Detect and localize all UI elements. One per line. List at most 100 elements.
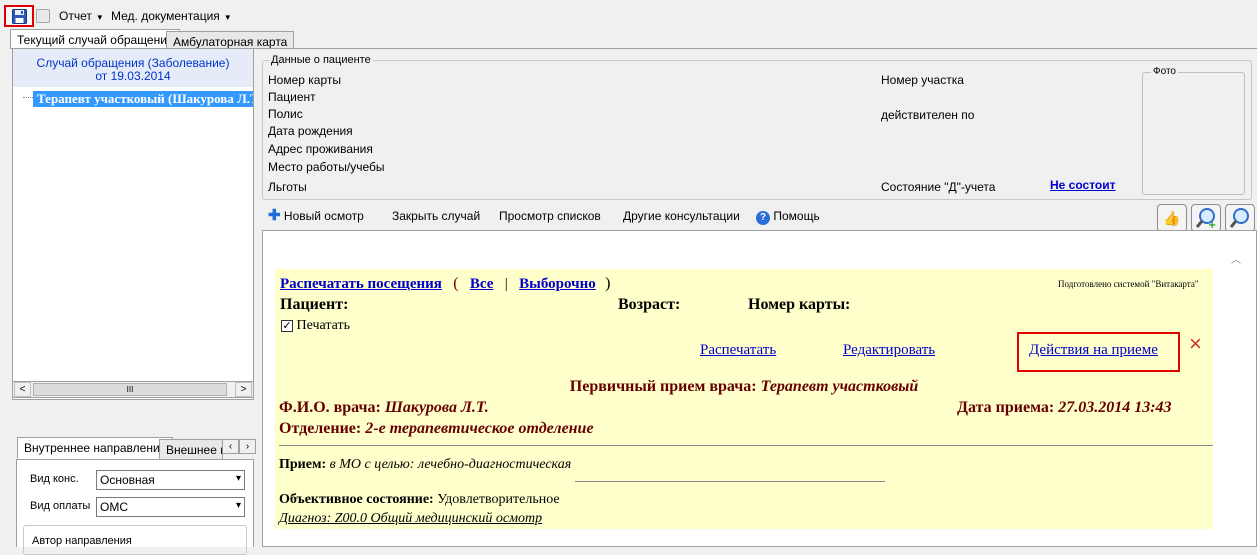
reception-actions-link[interactable]: Действия на приеме: [1029, 342, 1158, 359]
doctor-label: Ф.И.О. врача:: [279, 399, 381, 416]
tab-internal-referral-label: Внутреннее направление: [24, 441, 167, 455]
case-date: от 19.03.2014: [95, 69, 171, 83]
scroll-up-icon[interactable]: ︿: [1231, 251, 1241, 266]
district-label: Номер участка: [881, 73, 964, 87]
tab-scroll-left-button[interactable]: ‹: [222, 439, 239, 454]
report-menu[interactable]: Отчет ▼: [59, 9, 104, 23]
objective-label: Объективное состояние:: [279, 492, 434, 507]
report-menu-label: Отчет: [59, 9, 92, 23]
card-number-label: Номер карты: [268, 73, 341, 87]
tab-current-case[interactable]: Текущий случай обращения: [10, 29, 181, 49]
doctor-name: Шакурова Л.Т.: [384, 399, 489, 416]
payment-kind-select[interactable]: ОМС ▾: [96, 497, 245, 517]
help-icon: ?: [756, 211, 770, 225]
reception-place: в МО с целью:: [329, 457, 415, 472]
chevron-down-icon: ▾: [235, 500, 241, 511]
scroll-thumb[interactable]: III: [33, 383, 227, 396]
reception-row: Прием: в МО с целью: лечебно-диагностиче…: [279, 457, 571, 473]
department-label: Отделение:: [279, 420, 362, 437]
print-checkbox-label: Печатать: [296, 318, 351, 333]
thumbs-up-icon: 👍: [1163, 209, 1181, 226]
diagnosis-row: Диагноз: Z00.0 Общий медицинский осмотр: [279, 511, 543, 526]
consult-kind-value: Основная: [100, 473, 155, 487]
date-label: Дата приема:: [957, 399, 1055, 416]
referral-panel: Вид конс. Основная ▾ Вид оплаты ОМС ▾ Ав…: [16, 459, 254, 555]
card-field: Номер карты:: [748, 296, 851, 313]
tab-scroll-right-button[interactable]: ›: [239, 439, 256, 454]
address-label: Адрес проживания: [268, 142, 373, 156]
exam-specialty: Терапевт участковый: [760, 378, 919, 395]
view-lists-button[interactable]: Просмотр списков: [499, 209, 601, 223]
photo-frame: Фото: [1142, 66, 1245, 195]
scroll-left-button[interactable]: <: [14, 382, 31, 397]
author-label: Автор направления: [32, 535, 132, 547]
section-divider: [279, 445, 1213, 446]
zoom-in-button[interactable]: +: [1191, 204, 1221, 232]
chevron-down-icon: ▼: [223, 13, 232, 22]
all-link[interactable]: Все: [470, 276, 494, 292]
med-docs-menu[interactable]: Мед. документация ▼: [111, 9, 232, 23]
document-viewer: ︿ Распечатать посещения ( Все | Выборочн…: [262, 230, 1257, 547]
zoom-out-button[interactable]: [1225, 204, 1255, 232]
department-value: 2-е терапевтическое отделение: [365, 420, 594, 437]
print-link[interactable]: Распечатать: [700, 342, 776, 359]
case-tree-panel: Случай обращения (Заболевание) от 19.03.…: [12, 48, 254, 400]
new-exam-button[interactable]: ✚ Новый осмотр: [268, 207, 364, 224]
d-status-link[interactable]: Не состоит: [1050, 178, 1116, 192]
help-button[interactable]: ? Помощь: [756, 209, 820, 225]
case-header[interactable]: Случай обращения (Заболевание) от 19.03.…: [13, 49, 253, 87]
tree-item-therapist[interactable]: Терапевт участковый (Шакурова Л.Т.: [33, 91, 253, 107]
benefits-label: Льготы: [268, 180, 307, 194]
reception-label: Прием:: [279, 457, 327, 472]
chevron-down-icon: ▾: [235, 473, 241, 484]
age-field: Возраст:: [618, 296, 681, 313]
close-paren: ): [605, 275, 611, 292]
department-row: Отделение: 2-е терапевтическое отделение: [279, 420, 594, 438]
action-bar: ✚ Новый осмотр Закрыть случай Просмотр с…: [262, 204, 1257, 230]
edit-link[interactable]: Редактировать: [843, 342, 935, 359]
author-fieldset: Автор направления: [23, 525, 247, 555]
print-checkbox-row[interactable]: ✓ Печатать: [281, 318, 350, 334]
tab-internal-referral[interactable]: Внутреннее направление: [17, 437, 174, 459]
date-row: Дата приема: 27.03.2014 13:43: [957, 399, 1172, 417]
scroll-right-button[interactable]: >: [235, 382, 252, 397]
med-docs-menu-label: Мед. документация: [111, 9, 220, 23]
zoom-in-icon: +: [1195, 208, 1216, 229]
policy-label: Полис: [268, 107, 303, 121]
selective-link[interactable]: Выборочно: [519, 276, 596, 292]
refresh-icon[interactable]: [36, 9, 50, 23]
open-paren: (: [453, 275, 459, 292]
objective-value: Удовлетворительное: [437, 492, 560, 507]
consult-kind-select[interactable]: Основная ▾: [96, 470, 245, 490]
tab-external-referral-label: Внешнее на: [166, 443, 222, 457]
print-visits-link[interactable]: Распечатать посещения: [280, 276, 442, 292]
objective-row: Объективное состояние: Удовлетворительно…: [279, 492, 560, 508]
checkbox-checked-icon[interactable]: ✓: [281, 319, 293, 332]
d-status-label: Состояние "Д"-учета: [881, 180, 996, 194]
plus-icon: ✚: [268, 207, 281, 224]
main-toolbar: Отчет ▼ Мед. документация ▼: [0, 2, 1257, 27]
floppy-disk-icon: [11, 8, 27, 24]
doctor-row: Ф.И.О. врача: Шакурова Л.Т.: [279, 399, 489, 417]
new-exam-label: Новый осмотр: [283, 209, 364, 223]
tab-outpatient-card[interactable]: Амбулаторная карта: [166, 31, 295, 49]
horizontal-scrollbar[interactable]: < III >: [12, 381, 254, 398]
tab-current-case-label: Текущий случай обращения: [17, 33, 174, 47]
thumbs-up-button[interactable]: 👍: [1157, 204, 1187, 232]
link-separator: |: [504, 276, 508, 292]
help-label: Помощь: [773, 209, 820, 223]
other-consultations-button[interactable]: Другие консультации: [623, 209, 740, 223]
save-button[interactable]: [4, 5, 34, 27]
work-label: Место работы/учебы: [268, 160, 385, 174]
date-value: 27.03.2014 13:43: [1058, 399, 1172, 416]
reception-underline: [575, 481, 885, 482]
payment-kind-label: Вид оплаты: [30, 500, 91, 512]
valid-until-label: действителен по: [881, 108, 975, 122]
exam-title: Первичный прием врача: Терапевт участков…: [275, 378, 1213, 396]
svg-text:+: +: [1208, 220, 1216, 229]
close-case-button[interactable]: Закрыть случай: [392, 209, 480, 223]
photo-legend: Фото: [1151, 66, 1178, 77]
patient-data-legend: Данные о пациенте: [269, 54, 373, 66]
tab-external-referral[interactable]: Внешнее на: [159, 439, 223, 459]
delete-icon[interactable]: ×: [1189, 333, 1202, 355]
